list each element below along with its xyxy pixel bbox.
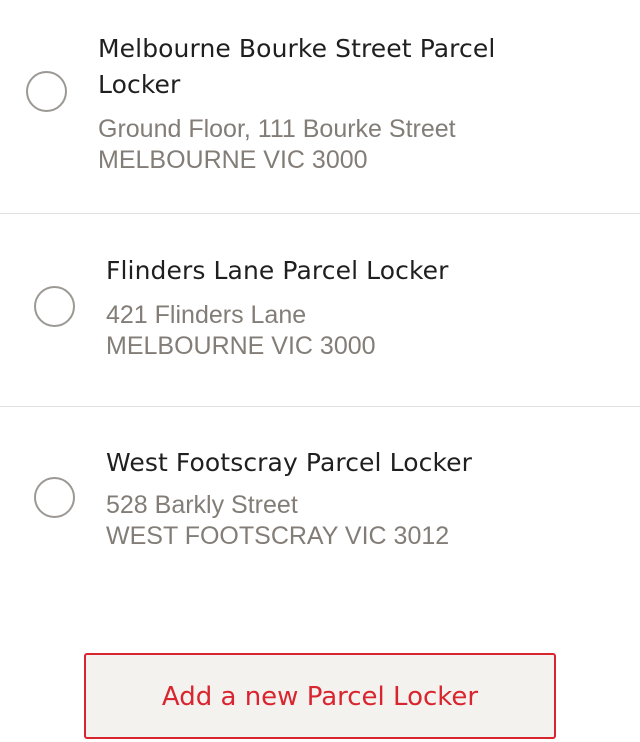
locker-details: West Footscray Parcel Locker 528 Barkly … bbox=[106, 445, 472, 552]
radio-button[interactable] bbox=[34, 477, 75, 518]
locker-option-west-footscray[interactable]: West Footscray Parcel Locker 528 Barkly … bbox=[0, 407, 640, 597]
locker-address-line: Ground Floor, 111 Bourke Street bbox=[98, 115, 456, 143]
locker-address-suburb: MELBOURNE VIC 3000 bbox=[98, 146, 368, 174]
locker-details: Melbourne Bourke Street Parcel Locker Gr… bbox=[98, 31, 495, 176]
locker-name: West Footscray Parcel Locker bbox=[106, 448, 472, 477]
radio-button[interactable] bbox=[26, 71, 67, 112]
locker-name: Flinders Lane Parcel Locker bbox=[106, 256, 449, 285]
locker-details: Flinders Lane Parcel Locker 421 Flinders… bbox=[106, 253, 449, 362]
locker-address-line: 528 Barkly Street bbox=[106, 491, 298, 519]
locker-option-melbourne-bourke-street[interactable]: Melbourne Bourke Street Parcel Locker Gr… bbox=[0, 0, 640, 214]
locker-name: Melbourne Bourke Street Parcel bbox=[98, 34, 496, 63]
locker-address-suburb: WEST FOOTSCRAY VIC 3012 bbox=[106, 522, 450, 550]
locker-name-continued: Locker bbox=[98, 70, 181, 99]
add-parcel-locker-button[interactable]: Add a new Parcel Locker bbox=[84, 653, 556, 739]
locker-address-suburb: MELBOURNE VIC 3000 bbox=[106, 332, 376, 360]
locker-address-line: 421 Flinders Lane bbox=[106, 301, 307, 329]
parcel-locker-list: Melbourne Bourke Street Parcel Locker Gr… bbox=[0, 0, 640, 597]
locker-option-flinders-lane[interactable]: Flinders Lane Parcel Locker 421 Flinders… bbox=[0, 214, 640, 407]
radio-button[interactable] bbox=[34, 286, 75, 327]
